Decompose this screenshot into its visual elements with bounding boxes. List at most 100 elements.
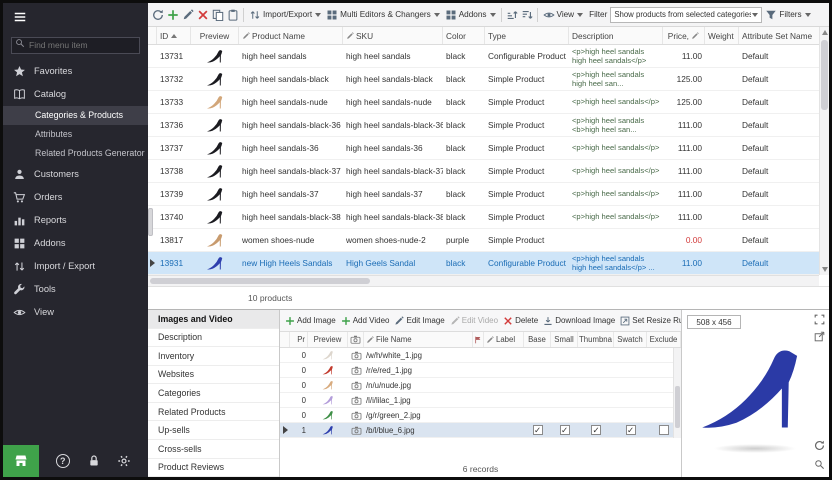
tab-images-and-video[interactable]: Images and Video <box>148 310 279 329</box>
search-input[interactable] <box>11 37 140 54</box>
exclude-checkbox[interactable] <box>659 425 669 435</box>
sidebar-item-favorites[interactable]: Favorites <box>3 60 148 83</box>
product-row[interactable]: 13739high heel sandals-37high heel sanda… <box>148 183 829 206</box>
camera-column-icon[interactable] <box>348 332 364 347</box>
column-header-weight[interactable]: Weight <box>705 27 739 44</box>
product-row[interactable]: 13736high heel sandals-black-36high heel… <box>148 114 829 137</box>
row-expander[interactable] <box>280 426 290 434</box>
add-video-button[interactable]: Add Video <box>339 316 392 326</box>
tab-cross-sells[interactable]: Cross-sells <box>148 440 279 459</box>
column-header-description[interactable]: Description <box>569 27 663 44</box>
column-header-swatch[interactable]: Swatch <box>614 332 647 347</box>
product-row[interactable]: 13740high heel sandals-black-38high heel… <box>148 206 829 229</box>
multi-editors-menu[interactable]: Multi Editors & Changers <box>324 8 442 22</box>
help-icon[interactable]: ? <box>56 454 70 468</box>
column-header-file-name[interactable]: File Name <box>364 332 473 347</box>
store-icon[interactable] <box>3 445 39 477</box>
panel-splitter-handle[interactable] <box>148 208 153 236</box>
flag-column-icon[interactable] <box>473 332 484 347</box>
delete-button[interactable]: Delete <box>501 316 540 326</box>
download-image-button[interactable]: Download Image <box>541 316 617 326</box>
products-horizontal-scrollbar[interactable] <box>148 275 819 286</box>
thumbnail-checkbox[interactable]: ✓ <box>591 425 601 435</box>
add-image-button[interactable]: Add Image <box>283 316 338 326</box>
filter-select[interactable]: Show products from selected categories <box>610 7 762 23</box>
column-header-image-preview[interactable]: Preview <box>308 332 348 347</box>
tab-inventory[interactable]: Inventory <box>148 347 279 366</box>
column-header-color[interactable]: Color <box>443 27 485 44</box>
sidebar-item-customers[interactable]: Customers <box>3 163 148 186</box>
image-size-input[interactable]: 508 x 456 <box>687 315 741 329</box>
products-vertical-scrollbar[interactable] <box>819 27 829 275</box>
column-header-attribute-set[interactable]: Attribute Set Name <box>739 27 829 44</box>
product-row[interactable]: 13931new High Heels SandalsHigh Geels Sa… <box>148 252 829 275</box>
swatch-checkbox[interactable]: ✓ <box>626 425 636 435</box>
product-row[interactable]: 13731high heel sandalshigh heel sandalsb… <box>148 45 829 68</box>
column-header-price[interactable]: Price, <box>663 27 705 44</box>
edit-image-button[interactable]: Edit Image <box>392 316 446 326</box>
image-row[interactable]: 0/g/r/green_2.jpg <box>280 408 681 423</box>
column-header-exclude[interactable]: Exclude <box>647 332 681 347</box>
copy-button[interactable] <box>211 8 225 22</box>
product-row[interactable]: 13817women shoes-nudewomen shoes-nude-2p… <box>148 229 829 252</box>
image-row[interactable]: 0/r/e/red_1.jpg <box>280 363 681 378</box>
image-row[interactable]: 0/w/h/white_1.jpg <box>280 348 681 363</box>
sort-desc-button[interactable] <box>520 8 534 22</box>
scrollbar-thumb[interactable] <box>150 278 370 284</box>
image-row[interactable]: 0/l/i/lilac_1.jpg <box>280 393 681 408</box>
menu-icon[interactable] <box>3 3 148 32</box>
column-header-product-name[interactable]: Product Name <box>239 27 343 44</box>
column-header-label[interactable]: Label <box>484 332 524 347</box>
scrollbar-thumb[interactable] <box>675 386 680 428</box>
view-menu[interactable]: View <box>541 8 586 22</box>
product-row[interactable]: 13732high heel sandals-blackhigh heel sa… <box>148 68 829 91</box>
sidebar-item-catalog[interactable]: Catalog <box>3 83 148 106</box>
sidebar-item-categories-products[interactable]: Categories & Products <box>3 106 148 125</box>
sidebar-item-import-export[interactable]: Import / Export <box>3 255 148 278</box>
sidebar-item-addons[interactable]: Addons <box>3 232 148 255</box>
column-header-sku[interactable]: SKU <box>343 27 443 44</box>
column-header-small[interactable]: Small <box>551 332 578 347</box>
images-vertical-scrollbar[interactable] <box>673 348 681 438</box>
zoom-icon[interactable] <box>814 459 825 470</box>
open-external-icon[interactable] <box>814 331 825 342</box>
lock-icon[interactable] <box>87 454 101 468</box>
addons-menu[interactable]: Addons <box>443 8 498 22</box>
scrollbar-thumb[interactable] <box>821 40 828 110</box>
tab-description[interactable]: Description <box>148 329 279 348</box>
small-checkbox[interactable]: ✓ <box>560 425 570 435</box>
base-checkbox[interactable]: ✓ <box>533 425 543 435</box>
tab-up-sells[interactable]: Up-sells <box>148 421 279 440</box>
product-row[interactable]: 13733high heel sandals-nudehigh heel san… <box>148 91 829 114</box>
swatch-checkbox-cell[interactable]: ✓ <box>614 425 647 435</box>
column-header-type[interactable]: Type <box>485 27 569 44</box>
base-checkbox-cell[interactable]: ✓ <box>524 425 551 435</box>
edit-video-button[interactable]: Edit Video <box>448 316 500 326</box>
set-resize-rule-button[interactable]: Set Resize Rule <box>618 316 681 326</box>
product-row[interactable]: 13737high heel sandals-36high heel sanda… <box>148 137 829 160</box>
gear-icon[interactable] <box>117 454 131 468</box>
tab-related-products[interactable]: Related Products <box>148 403 279 422</box>
sidebar-item-related-products-generator[interactable]: Related Products Generator <box>3 144 148 163</box>
column-header-thumbnail[interactable]: Thumbna <box>578 332 614 347</box>
sidebar-item-tools[interactable]: Tools <box>3 278 148 301</box>
column-header-base[interactable]: Base <box>524 332 551 347</box>
sort-asc-button[interactable] <box>505 8 519 22</box>
sidebar-item-attributes[interactable]: Attributes <box>3 125 148 144</box>
delete-product-button[interactable] <box>196 8 210 22</box>
sidebar-item-orders[interactable]: Orders <box>3 186 148 209</box>
paste-button[interactable] <box>226 8 240 22</box>
thumbnail-checkbox-cell[interactable]: ✓ <box>578 425 614 435</box>
tab-categories[interactable]: Categories <box>148 384 279 403</box>
import-export-menu[interactable]: Import/Export <box>247 8 323 22</box>
fullscreen-icon[interactable] <box>814 314 825 325</box>
sidebar-item-view[interactable]: View <box>3 301 148 324</box>
tab-product-reviews[interactable]: Product Reviews <box>148 459 279 478</box>
column-header-id[interactable]: ID <box>157 27 191 44</box>
column-header-position[interactable]: Pr <box>290 332 308 347</box>
image-row[interactable]: 0/n/u/nude.jpg <box>280 378 681 393</box>
column-header-preview[interactable]: Preview <box>191 27 239 44</box>
tab-websites[interactable]: Websites <box>148 366 279 385</box>
scroll-up-icon[interactable] <box>822 30 828 35</box>
edit-product-button[interactable] <box>181 8 195 22</box>
